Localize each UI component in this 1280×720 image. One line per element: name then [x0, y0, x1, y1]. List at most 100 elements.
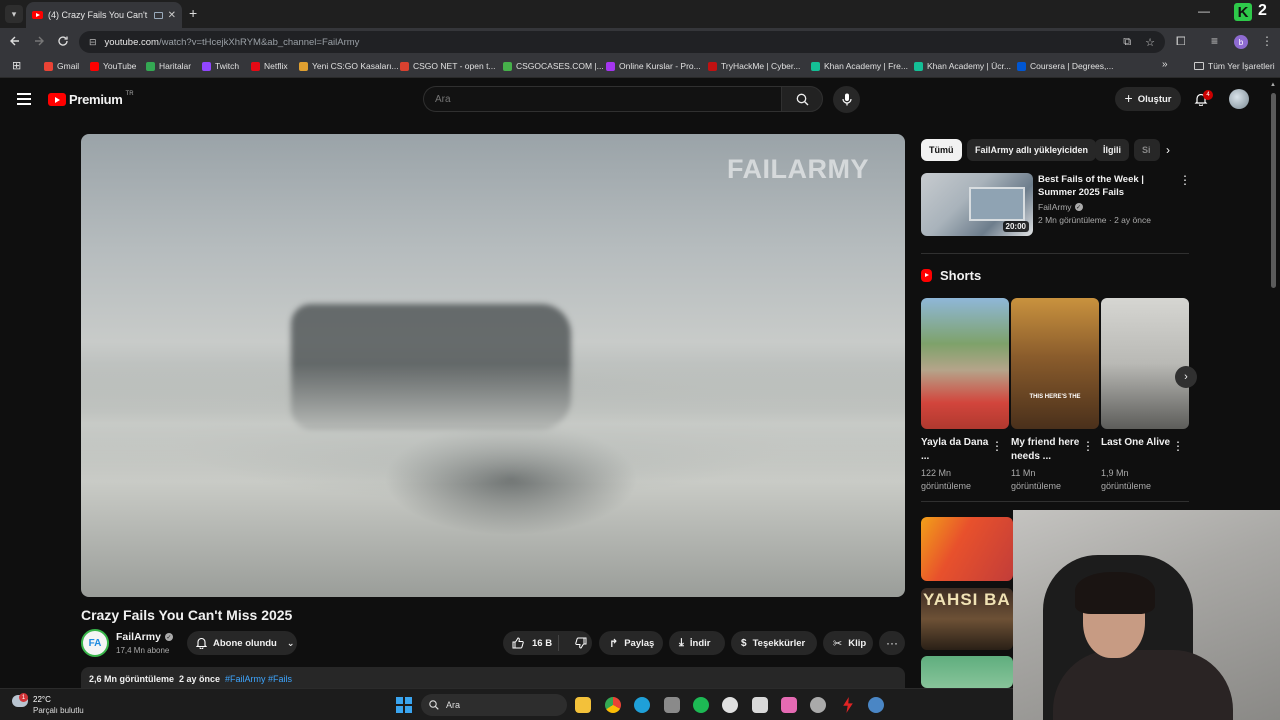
- bookmark-twitch[interactable]: Twitch: [202, 61, 239, 71]
- profile-avatar[interactable]: b: [1234, 35, 1248, 49]
- super-thanks-icon: $: [741, 637, 747, 649]
- new-tab-button[interactable]: +: [189, 5, 197, 21]
- recommended-more-icon[interactable]: ⋮: [1179, 174, 1191, 186]
- short-more-icon-2[interactable]: ⋮: [1082, 440, 1094, 452]
- install-app-icon[interactable]: ⧉: [1123, 36, 1131, 49]
- tab-search-icon[interactable]: ▾: [5, 5, 23, 23]
- site-info-icon[interactable]: ⊟: [89, 37, 97, 48]
- chip-related[interactable]: İlgili: [1095, 139, 1129, 161]
- star-icon[interactable]: ☆: [1145, 36, 1155, 49]
- recommended-video-thumbnail[interactable]: [921, 656, 1013, 688]
- edge-icon[interactable]: [634, 697, 650, 713]
- subscribed-button[interactable]: Abone olundu ⌄: [187, 631, 297, 655]
- short-title-2[interactable]: My friend here needs ...: [1011, 436, 1085, 464]
- bookmark-khan-academy-1[interactable]: Khan Academy | Fre...: [811, 61, 908, 71]
- clip-button[interactable]: ✂ Klip: [823, 631, 873, 655]
- scroll-up-arrow-icon[interactable]: ▲: [1270, 82, 1276, 88]
- file-explorer-icon[interactable]: [575, 697, 591, 713]
- recommended-video-thumbnail[interactable]: 20:00: [921, 173, 1033, 236]
- taskbar-search-box[interactable]: Ara: [421, 694, 567, 716]
- browser-tab-active[interactable]: (4) Crazy Fails You Can't Miss 2025 ✕: [26, 2, 182, 28]
- tab-close-icon[interactable]: ✕: [168, 10, 176, 21]
- chip-all[interactable]: Tümü: [921, 139, 962, 161]
- office-icon[interactable]: [752, 697, 768, 713]
- short-thumbnail-2[interactable]: THIS HERE'S THE: [1011, 298, 1099, 429]
- short-more-icon-1[interactable]: ⋮: [991, 440, 1003, 452]
- bookmarks-overflow-icon[interactable]: »: [1162, 59, 1168, 70]
- like-button[interactable]: 16 B: [503, 635, 559, 651]
- recommended-video-thumbnail[interactable]: [921, 517, 1013, 581]
- bookmark-csgo-cases[interactable]: Yeni CS:GO Kasaları...: [299, 61, 399, 71]
- short-title-1[interactable]: Yayla da Dana ...: [921, 436, 995, 464]
- voice-search-button[interactable]: [833, 86, 860, 113]
- reload-icon[interactable]: [57, 35, 69, 47]
- thanks-button[interactable]: $ Teşekkürler: [731, 631, 817, 655]
- youtube-logo-icon: [48, 93, 66, 106]
- extensions-icon[interactable]: ⧠: [1176, 34, 1186, 49]
- short-views-2: 11 Mn görüntüleme: [1011, 468, 1062, 491]
- divider: [921, 253, 1189, 254]
- description-box[interactable]: 2,6 Mn görüntüleme 2 ay önce #FailArmy #…: [81, 667, 905, 688]
- steam-icon[interactable]: [868, 697, 884, 713]
- short-title-3[interactable]: Last One Alive: [1101, 436, 1175, 450]
- weather-description: Parçalı bulutlu: [33, 706, 84, 715]
- bookmark-maps[interactable]: Haritalar: [146, 61, 191, 71]
- recommended-video-title[interactable]: Best Fails of the Week | Summer 2025 Fai…: [1038, 173, 1168, 199]
- bookmark-csgocases-com[interactable]: CSGOCASES.COM |...: [503, 61, 604, 71]
- download-button[interactable]: ⤓ İndir: [669, 631, 725, 655]
- all-bookmarks-folder[interactable]: Tüm Yer İşaretleri: [1194, 61, 1275, 71]
- photos-icon[interactable]: [781, 697, 797, 713]
- chatgpt-icon[interactable]: [722, 697, 738, 713]
- apps-grid-icon[interactable]: ⊞: [12, 59, 21, 72]
- store-icon[interactable]: [664, 697, 680, 713]
- bookmark-online-courses[interactable]: Online Kurslar - Pro...: [606, 61, 701, 71]
- overlay-count: 2: [1258, 2, 1267, 19]
- media-control-icon[interactable]: ≡: [1211, 34, 1218, 48]
- youtube-premium-logo[interactable]: Premium TR: [48, 91, 134, 107]
- account-avatar[interactable]: [1229, 89, 1249, 109]
- dislike-button[interactable]: [565, 637, 587, 649]
- chrome-profile-icon[interactable]: [810, 697, 826, 713]
- chrome-icon[interactable]: [605, 697, 621, 713]
- share-button[interactable]: ↱ Paylaş: [599, 631, 663, 655]
- search-input[interactable]: [423, 86, 781, 112]
- chips-next-arrow-icon[interactable]: ›: [1166, 143, 1170, 157]
- create-button[interactable]: + Oluştur: [1115, 87, 1181, 111]
- hashtags[interactable]: #FailArmy #Fails: [225, 674, 292, 688]
- windows-taskbar: 1 22°C Parçalı bulutlu Ara: [0, 688, 1013, 720]
- thumbs-up-icon: [512, 637, 524, 649]
- spotify-icon[interactable]: [693, 697, 709, 713]
- channel-name-link[interactable]: FailArmy ✓: [116, 631, 173, 643]
- bookmark-youtube[interactable]: YouTube: [90, 61, 136, 71]
- forward-icon[interactable]: [33, 35, 45, 47]
- more-actions-button[interactable]: ···: [879, 631, 905, 655]
- hamburger-menu-icon[interactable]: [17, 93, 31, 105]
- window-minimize-button[interactable]: —: [1198, 4, 1210, 18]
- flash-app-icon[interactable]: [843, 697, 853, 713]
- windows-start-icon[interactable]: [396, 697, 412, 713]
- bookmark-coursera[interactable]: Coursera | Degrees,...: [1017, 61, 1113, 71]
- address-bar[interactable]: ⊟ youtube.com /watch?v=tHcejkXhRYM&ab_ch…: [79, 31, 1165, 53]
- back-icon[interactable]: [9, 35, 21, 47]
- scissors-icon: ✂: [833, 637, 843, 650]
- channel-avatar[interactable]: FA: [81, 629, 109, 657]
- chip-from-uploader[interactable]: FailArmy adlı yükleyiciden: [967, 139, 1097, 161]
- video-frame-dust: [81, 364, 905, 484]
- recommended-channel-name[interactable]: FailArmy ✓: [1038, 202, 1083, 212]
- video-player[interactable]: FAILARMY: [81, 134, 905, 597]
- recommended-video-thumbnail[interactable]: YAHSI BA: [921, 588, 1013, 650]
- chip-truncated[interactable]: Si: [1134, 139, 1160, 161]
- menu-dots-icon[interactable]: ⋮: [1261, 34, 1273, 48]
- bookmark-khan-academy-2[interactable]: Khan Academy | Ücr...: [914, 61, 1011, 71]
- person-hair: [1075, 572, 1155, 614]
- short-more-icon-3[interactable]: ⋮: [1172, 440, 1184, 452]
- bookmark-csgo-net[interactable]: CSGO NET - open t...: [400, 61, 496, 71]
- shorts-next-button[interactable]: ›: [1175, 366, 1197, 388]
- page-scrollbar-thumb[interactable]: [1271, 93, 1276, 288]
- bookmark-tryhackme[interactable]: TryHackMe | Cyber...: [708, 61, 800, 71]
- short-thumbnail-1[interactable]: [921, 298, 1009, 429]
- bookmark-gmail[interactable]: Gmail: [44, 61, 79, 71]
- bookmark-netflix[interactable]: Netflix: [251, 61, 288, 71]
- search-button[interactable]: [781, 86, 823, 112]
- short-thumbnail-3[interactable]: [1101, 298, 1189, 429]
